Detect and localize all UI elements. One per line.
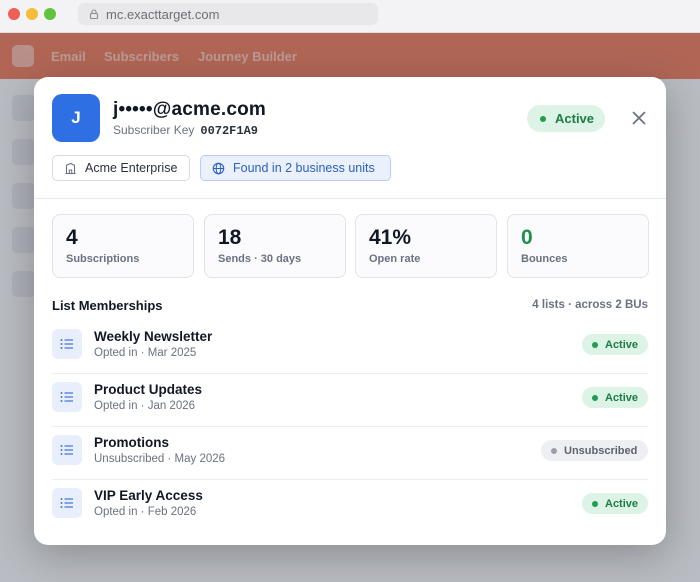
list-item[interactable]: Product Updates Opted in · Jan 2026 Acti…	[52, 374, 648, 427]
stat-bounces: 0 Bounces	[507, 214, 649, 278]
stat-value: 4	[66, 226, 78, 249]
lock-icon	[89, 9, 99, 20]
list-icon	[52, 488, 82, 518]
browser-toolbar: mc.exacttarget.com	[0, 0, 700, 33]
stat-label: Bounces	[521, 253, 568, 265]
address-text: mc.exacttarget.com	[106, 7, 220, 22]
window-minimize-button[interactable]	[26, 8, 38, 20]
org-chip-label: Acme Enterprise	[85, 161, 178, 175]
subscriber-email: j•••••@acme.com	[113, 99, 267, 120]
window-close-button[interactable]	[8, 8, 20, 20]
list-icon	[52, 435, 82, 465]
list-status-badge: Unsubscribed	[541, 440, 648, 461]
business-units-label: Found in 2 business units	[233, 161, 375, 175]
list-status: Active	[605, 391, 639, 404]
list-memberships-meta: 4 lists · across 2 BUs	[532, 299, 648, 311]
list-status: Unsubscribed	[564, 444, 638, 457]
list-name: Promotions	[94, 435, 170, 450]
address-bar[interactable]: mc.exacttarget.com	[78, 3, 378, 25]
org-chip[interactable]: Acme Enterprise	[52, 155, 190, 181]
list-icon	[52, 382, 82, 412]
list-status-badge: Active	[582, 387, 648, 408]
stat-value: 41%	[369, 226, 412, 249]
subscriber-key-value: 0072F1A9	[200, 124, 258, 138]
stat-value: 18	[218, 226, 242, 249]
list-detail: Opted in · Feb 2026	[94, 506, 197, 518]
status-dot	[592, 500, 598, 507]
subscriber-key: Subscriber Key 0072F1A9	[113, 123, 258, 138]
list-status-badge: Active	[582, 493, 648, 514]
list-name: Product Updates	[94, 382, 203, 397]
stat-subscriptions: 4 Subscriptions	[52, 214, 194, 278]
list-status-badge: Active	[582, 334, 648, 355]
list-detail: Opted in · Mar 2025	[94, 347, 197, 359]
list-name: VIP Early Access	[94, 488, 203, 503]
globe-icon	[212, 162, 225, 174]
status-badge: Active	[527, 105, 605, 132]
status-dot	[551, 447, 557, 454]
list-status: Active	[605, 497, 639, 510]
status-dot	[540, 115, 546, 122]
status-dot	[592, 341, 598, 348]
list-item[interactable]: VIP Early Access Opted in · Feb 2026 Act…	[52, 480, 648, 533]
stat-value: 0	[521, 226, 533, 249]
subscriber-key-label: Subscriber Key	[113, 123, 195, 137]
avatar: J	[52, 94, 100, 142]
list-item[interactable]: Promotions Unsubscribed · May 2026 Unsub…	[52, 427, 648, 480]
close-icon[interactable]	[630, 109, 648, 127]
stat-label: Open rate	[369, 253, 421, 265]
status-dot	[592, 394, 598, 401]
list-item[interactable]: Weekly Newsletter Opted in · Mar 2025 Ac…	[52, 321, 648, 374]
header-divider	[34, 198, 666, 199]
stat-sends: 18 Sends · 30 days	[204, 214, 346, 278]
status-label: Active	[555, 111, 595, 126]
stat-label: Subscriptions	[66, 253, 140, 265]
list-memberships-title: List Memberships	[52, 298, 163, 313]
business-units-chip[interactable]: Found in 2 business units	[200, 155, 391, 181]
window-zoom-button[interactable]	[44, 8, 56, 20]
list-name: Weekly Newsletter	[94, 329, 213, 344]
stat-label: Sends · 30 days	[218, 253, 302, 265]
list-detail: Unsubscribed · May 2026	[94, 453, 226, 465]
list-detail: Opted in · Jan 2026	[94, 400, 196, 412]
list-status: Active	[605, 338, 639, 351]
stat-open-rate: 41% Open rate	[355, 214, 497, 278]
building-icon	[65, 162, 76, 174]
list-icon	[52, 329, 82, 359]
subscriber-detail-modal: J j•••••@acme.com Subscriber Key 0072F1A9…	[34, 77, 666, 545]
